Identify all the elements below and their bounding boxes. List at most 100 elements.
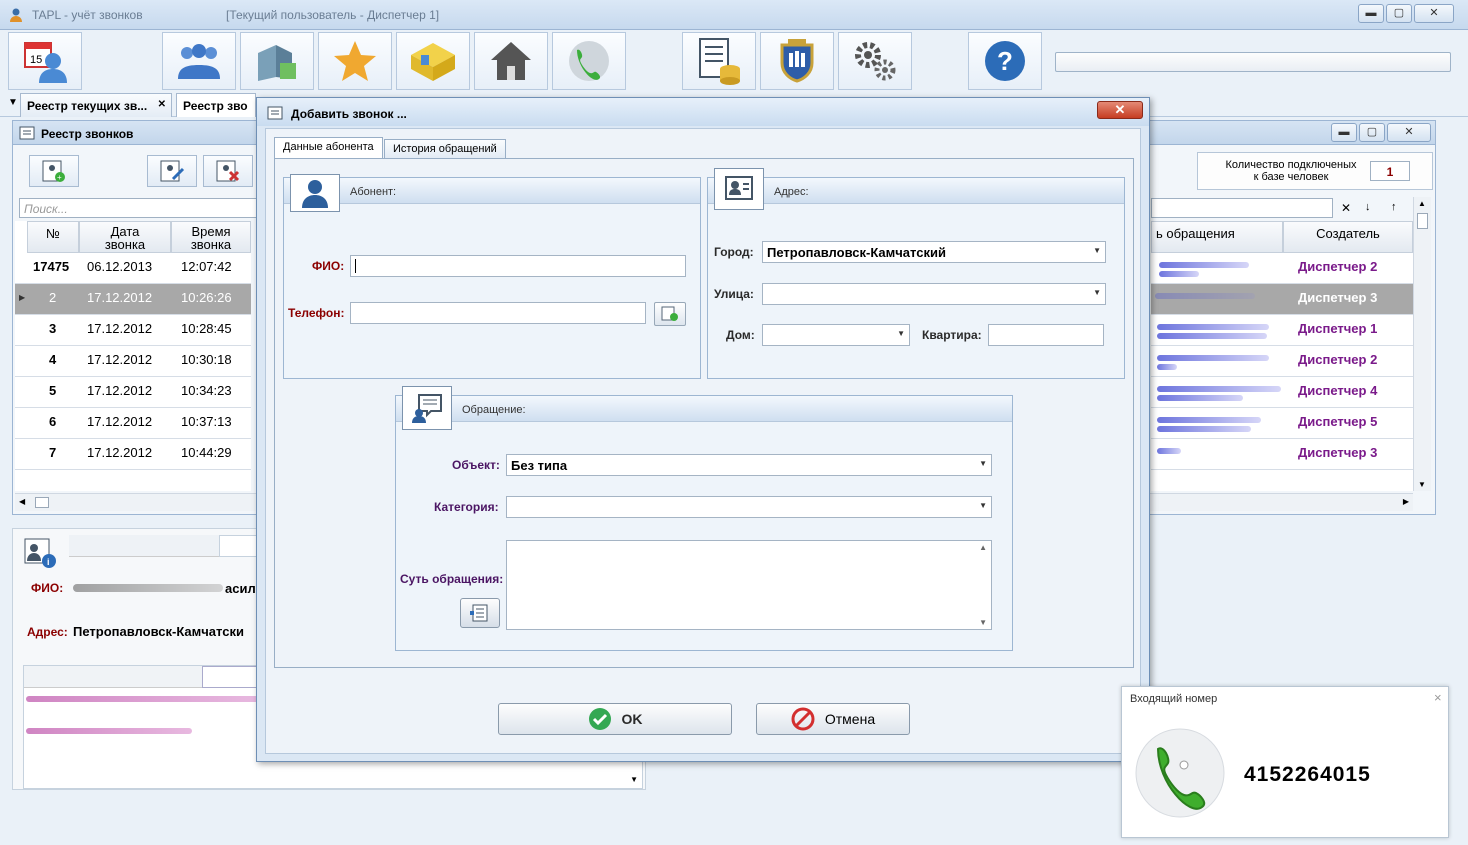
table-row[interactable]: Диспетчер 3 — [1151, 439, 1413, 470]
row-date: 17.12.2012 — [87, 414, 153, 429]
row-number: 6 — [49, 414, 57, 429]
coat-of-arms-button[interactable] — [760, 32, 834, 90]
scroll-thumb[interactable] — [1417, 213, 1428, 229]
row-date: 17.12.2012 — [87, 383, 153, 398]
row-time: 10:37:13 — [181, 414, 232, 429]
calls-button[interactable] — [552, 32, 626, 90]
gears-icon — [855, 42, 896, 81]
edit-record-button[interactable] — [147, 155, 197, 187]
table-row[interactable]: Диспетчер 5 — [1151, 408, 1413, 439]
details-fio-value: асил — [225, 581, 256, 596]
scroll-down-icon[interactable]: ▼ — [1418, 480, 1426, 489]
column-header-number[interactable]: № — [27, 221, 79, 253]
search-input-continued[interactable] — [1151, 198, 1333, 218]
phone-lookup-button[interactable] — [654, 302, 686, 326]
table-row[interactable]: 3 17.12.2012 10:28:45 — [15, 315, 251, 346]
table-vertical-scrollbar[interactable]: ▲ ▼ — [1413, 197, 1431, 491]
tab-subscriber-data[interactable]: Данные абонента — [274, 137, 383, 159]
city-select[interactable]: Петропавловск-Камчатский — [762, 241, 1106, 263]
hscroll-thumb[interactable] — [35, 497, 49, 508]
category-label: Категория: — [434, 500, 499, 514]
tab-current-calls[interactable]: Реестр текущих зв... ✕ — [20, 93, 172, 117]
window-icon — [19, 126, 35, 140]
dialog-close-button[interactable]: ✕ — [1097, 101, 1143, 119]
history-tab[interactable] — [24, 666, 202, 688]
phone-input[interactable] — [350, 302, 646, 324]
details-tab-active[interactable] — [219, 535, 259, 557]
list-dropdown-icon[interactable]: ▼ — [630, 775, 638, 784]
clear-search-icon[interactable]: ✕ — [1341, 201, 1351, 215]
street-label: Улица: — [714, 287, 754, 301]
home-button[interactable] — [474, 32, 548, 90]
textarea-scroll-down-icon[interactable]: ▼ — [979, 618, 987, 627]
registry-close-button[interactable]: ✕ — [1387, 123, 1431, 142]
table-row[interactable]: Диспетчер 2 — [1151, 253, 1413, 284]
registry-maximize-button[interactable]: ▢ — [1359, 123, 1385, 142]
column-header-creator[interactable]: Создатель — [1283, 221, 1413, 253]
registry-minimize-button[interactable]: ▬ — [1331, 123, 1357, 142]
close-button[interactable]: ✕ — [1414, 4, 1454, 23]
tab-close-icon[interactable]: ✕ — [158, 99, 166, 110]
table-row-selected[interactable]: ▶ 2 17.12.2012 10:26:26 — [15, 284, 251, 315]
table-row[interactable]: Диспетчер 4 — [1151, 377, 1413, 408]
connected-users-label: Количество подключеных к базе человек — [1225, 159, 1357, 183]
category-select[interactable] — [506, 496, 992, 518]
column-header-time[interactable]: Время звонка — [171, 221, 251, 253]
toast-close-icon[interactable]: × — [1434, 690, 1442, 705]
reports-db-button[interactable] — [682, 32, 756, 90]
request-group-icon — [402, 386, 452, 430]
row-pointer-icon: ▶ — [19, 293, 26, 302]
coat-of-arms-icon — [780, 39, 814, 83]
help-button[interactable]: ? — [968, 32, 1042, 90]
table-row[interactable]: 4 17.12.2012 10:30:18 — [15, 346, 251, 377]
maximize-button[interactable]: ▢ — [1386, 4, 1412, 23]
request-header-label: Обращение: — [462, 404, 526, 416]
row-time: 12:07:42 — [181, 259, 232, 274]
tab-request-history[interactable]: История обращений — [384, 139, 506, 159]
essence-textarea[interactable]: ▲ ▼ — [506, 540, 992, 630]
window-icon — [267, 106, 283, 120]
table-row[interactable]: 5 17.12.2012 10:34:23 — [15, 377, 251, 408]
room-button[interactable] — [396, 32, 470, 90]
column-header-date[interactable]: Дата звонка — [79, 221, 171, 253]
table-row[interactable]: 6 17.12.2012 10:37:13 — [15, 408, 251, 439]
fio-input[interactable] — [350, 255, 686, 277]
table-row-selected[interactable]: Диспетчер 3 — [1151, 284, 1413, 315]
table-row[interactable]: 17475 06.12.2013 12:07:42 — [15, 253, 251, 284]
tabs-dropdown-icon[interactable]: ▼ — [8, 97, 18, 108]
details-tab[interactable] — [69, 535, 219, 557]
tab-call-registry[interactable]: Реестр зво — [176, 93, 256, 117]
minimize-button[interactable]: ▬ — [1358, 4, 1384, 23]
scroll-right-icon[interactable]: ▶ — [1403, 497, 1409, 506]
add-record-button[interactable]: + — [29, 155, 79, 187]
buildings-button[interactable] — [240, 32, 314, 90]
address-card-icon — [725, 176, 753, 200]
table-row[interactable]: Диспетчер 1 — [1151, 315, 1413, 346]
search-next-icon[interactable]: ↓ — [1365, 201, 1371, 213]
buildings-icon — [258, 45, 296, 81]
registry-title: Реестр звонков — [41, 127, 134, 141]
calendar-call-button[interactable]: 15 — [8, 32, 82, 90]
table-row[interactable]: 7 17.12.2012 10:44:29 — [15, 439, 251, 470]
templates-button[interactable] — [460, 598, 500, 628]
search-input[interactable]: Поиск... — [19, 198, 259, 218]
object-select[interactable]: Без типа — [506, 454, 992, 476]
main-toolbar: 15 ? — [0, 30, 1468, 92]
history-tab-active[interactable] — [202, 666, 262, 688]
incoming-call-title: Входящий номер — [1130, 693, 1218, 705]
street-select[interactable] — [762, 283, 1106, 305]
scroll-left-icon[interactable]: ◀ — [19, 497, 25, 506]
scroll-up-icon[interactable]: ▲ — [1418, 199, 1426, 208]
search-prev-icon[interactable]: ↑ — [1391, 201, 1397, 213]
table-row[interactable]: Диспетчер 2 — [1151, 346, 1413, 377]
apartment-input[interactable] — [988, 324, 1104, 346]
cancel-button[interactable]: Отмена — [756, 703, 910, 735]
subscribers-button[interactable] — [162, 32, 236, 90]
column-header-request[interactable]: ь обращения — [1151, 221, 1283, 253]
ok-button[interactable]: OK — [498, 703, 732, 735]
house-select[interactable] — [762, 324, 910, 346]
settings-button[interactable] — [838, 32, 912, 90]
favorites-button[interactable] — [318, 32, 392, 90]
textarea-scroll-up-icon[interactable]: ▲ — [979, 543, 987, 552]
delete-record-button[interactable] — [203, 155, 253, 187]
